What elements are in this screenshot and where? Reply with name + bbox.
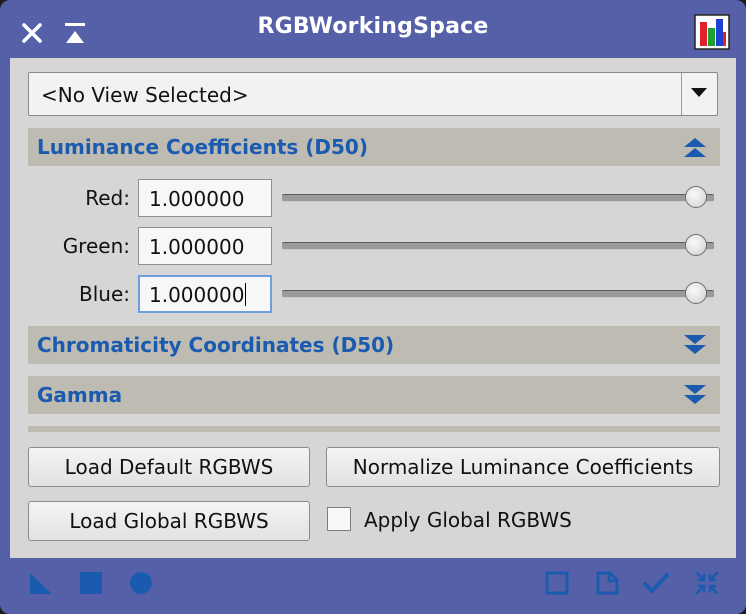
load-default-rgbws-button[interactable]: Load Default RGBWS [28,447,310,487]
collapse-icon[interactable] [684,136,706,158]
normalize-luminance-coefficients-button[interactable]: Normalize Luminance Coefficients [326,447,720,487]
rgb-working-space-window: RGBWorkingSpace <No View Selected> Lumin… [0,0,746,614]
section-title: Gamma [37,383,123,407]
app-icon [694,14,730,50]
red-label: Red: [85,186,130,210]
new-instance-icon[interactable] [28,570,54,596]
bottom-toolbar [0,558,746,614]
section-title: Luminance Coefficients (D50) [37,135,368,159]
load-global-rgbws-button[interactable]: Load Global RGBWS [28,501,310,541]
chevron-down-icon [691,88,707,97]
expand-icon[interactable] [684,334,706,356]
section-divider [28,426,720,432]
slider-handle[interactable] [685,186,707,208]
green-coefficient-slider[interactable] [282,234,720,258]
blue-coefficient-input[interactable]: 1.000000 [138,275,272,313]
client-area: <No View Selected> Luminance Coefficient… [10,58,736,558]
section-title: Chromaticity Coordinates (D50) [37,333,395,357]
window-title: RGBWorkingSpace [257,14,489,39]
apply-global-icon[interactable] [78,570,104,596]
view-selector-value: <No View Selected> [41,83,249,107]
green-label: Green: [62,234,130,258]
blue-label: Blue: [79,282,130,306]
view-selector[interactable]: <No View Selected> [28,72,718,116]
edit-instance-icon[interactable] [594,570,620,596]
slider-track [282,290,714,298]
blue-coefficient-value: 1.000000 [149,283,245,307]
browse-documentation-icon[interactable] [544,570,570,596]
section-gamma[interactable]: Gamma [28,376,720,414]
red-coefficient-input[interactable]: 1.000000 [138,179,272,217]
section-luminance-coefficients[interactable]: Luminance Coefficients (D50) [28,128,720,166]
slider-track [282,242,714,250]
green-coefficient-input[interactable]: 1.000000 [138,227,272,265]
apply-global-rgbws-checkbox[interactable] [327,507,351,531]
apply-global-rgbws-label: Apply Global RGBWS [364,508,572,532]
expand-icon[interactable] [684,384,706,406]
slider-track [282,194,714,202]
section-chromaticity-coordinates[interactable]: Chromaticity Coordinates (D50) [28,326,720,364]
apply-icon[interactable] [128,570,154,596]
apply-check-icon[interactable] [643,570,669,596]
view-selector-arrow[interactable] [681,73,717,115]
title-bar[interactable]: RGBWorkingSpace [0,0,746,58]
reset-icon[interactable] [694,570,720,596]
text-caret [245,283,247,306]
slider-handle[interactable] [685,282,707,304]
blue-coefficient-slider[interactable] [282,282,720,306]
red-coefficient-slider[interactable] [282,186,720,210]
slider-handle[interactable] [685,234,707,256]
